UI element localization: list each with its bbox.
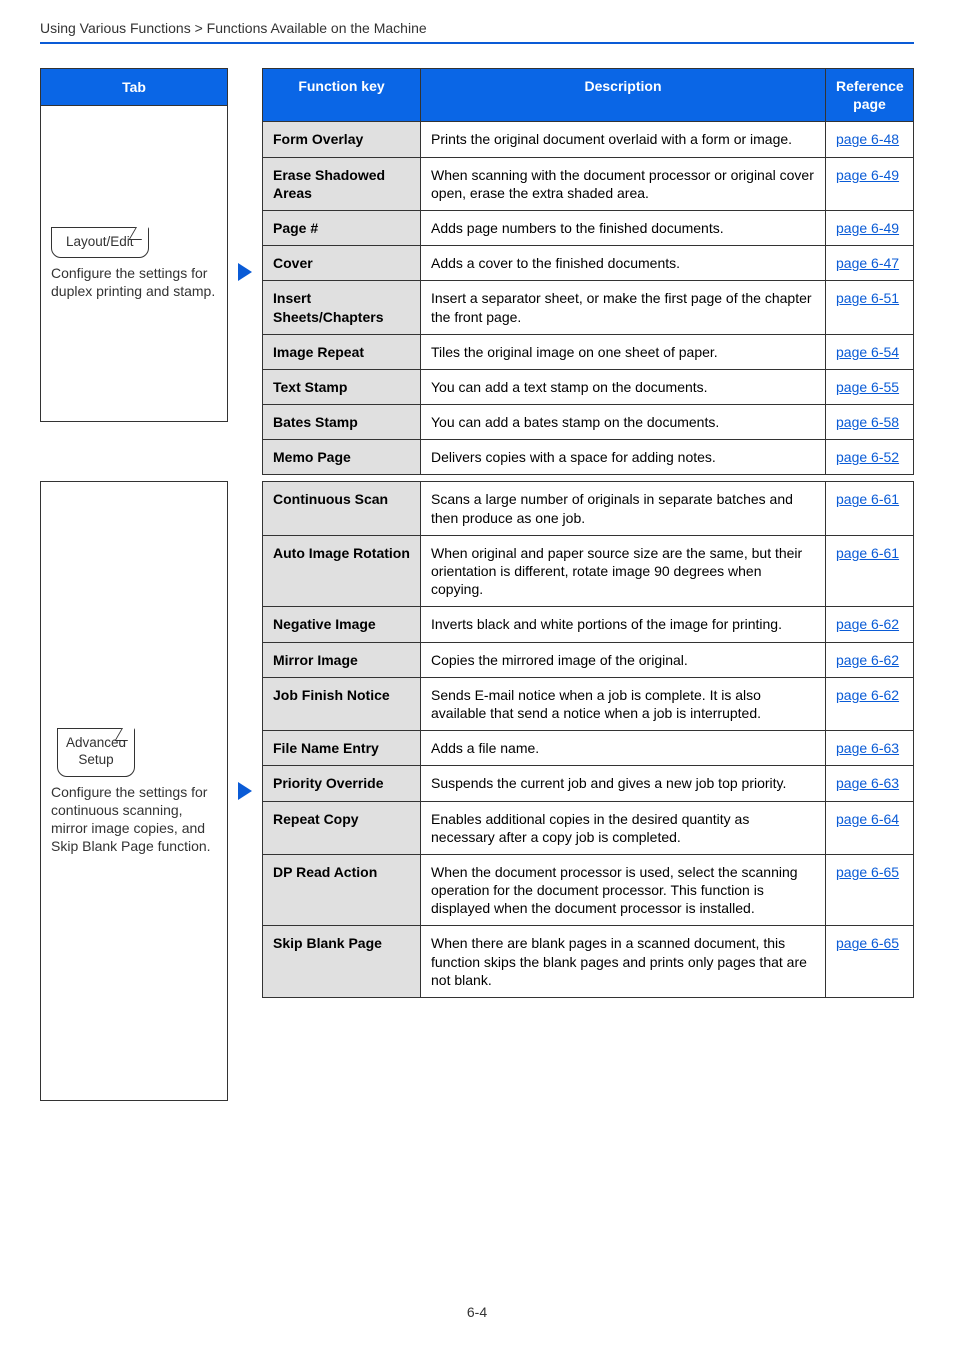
col-header-reference: Reference page xyxy=(826,69,914,122)
tab-desc-layout-edit: Configure the settings for duplex printi… xyxy=(51,264,217,300)
fn-desc: Prints the original document overlaid wi… xyxy=(421,122,826,157)
arrow-right-icon xyxy=(236,780,254,802)
fn-name: Image Repeat xyxy=(263,334,421,369)
fn-desc: Scans a large number of originals in sep… xyxy=(421,482,826,535)
col-header-description: Description xyxy=(421,69,826,122)
fn-name: Text Stamp xyxy=(263,369,421,404)
table-row: Bates Stamp You can add a bates stamp on… xyxy=(263,405,914,440)
fn-name: Continuous Scan xyxy=(263,482,421,535)
fn-desc: Inverts black and white portions of the … xyxy=(421,607,826,642)
fn-desc: Tiles the original image on one sheet of… xyxy=(421,334,826,369)
table-row: Cover Adds a cover to the finished docum… xyxy=(263,246,914,281)
table-row: Priority Override Suspends the current j… xyxy=(263,766,914,801)
fn-desc: Suspends the current job and gives a new… xyxy=(421,766,826,801)
page-link[interactable]: page 6-65 xyxy=(836,935,899,951)
fn-desc: Copies the mirrored image of the origina… xyxy=(421,642,826,677)
page-link[interactable]: page 6-62 xyxy=(836,616,899,632)
page-link[interactable]: page 6-63 xyxy=(836,775,899,791)
fn-desc: Adds a cover to the finished documents. xyxy=(421,246,826,281)
page-link[interactable]: page 6-63 xyxy=(836,740,899,756)
table-row: Page # Adds page numbers to the finished… xyxy=(263,210,914,245)
fn-name: Insert Sheets/Chapters xyxy=(263,281,421,334)
fn-name: Form Overlay xyxy=(263,122,421,157)
table-row: Negative Image Inverts black and white p… xyxy=(263,607,914,642)
table-row: Job Finish Notice Sends E-mail notice wh… xyxy=(263,677,914,730)
fn-desc: When there are blank pages in a scanned … xyxy=(421,926,826,998)
fn-name: DP Read Action xyxy=(263,854,421,926)
fn-desc: Insert a separator sheet, or make the fi… xyxy=(421,281,826,334)
table-row: Erase Shadowed Areas When scanning with … xyxy=(263,157,914,210)
page-link[interactable]: page 6-49 xyxy=(836,167,899,183)
fn-name: File Name Entry xyxy=(263,731,421,766)
fn-name: Negative Image xyxy=(263,607,421,642)
table-row: Text Stamp You can add a text stamp on t… xyxy=(263,369,914,404)
arrow-right-icon xyxy=(236,261,254,283)
page-link[interactable]: page 6-62 xyxy=(836,687,899,703)
fn-desc: You can add a bates stamp on the documen… xyxy=(421,405,826,440)
table-row: Image Repeat Tiles the original image on… xyxy=(263,334,914,369)
fn-desc: You can add a text stamp on the document… xyxy=(421,369,826,404)
table-row: Auto Image Rotation When original and pa… xyxy=(263,535,914,607)
page-link[interactable]: page 6-51 xyxy=(836,290,899,306)
chip-line2: Setup xyxy=(78,752,113,767)
col-header-function: Function key xyxy=(263,69,421,122)
tab-column-header: Tab xyxy=(40,68,228,106)
table-row: Mirror Image Copies the mirrored image o… xyxy=(263,642,914,677)
page-link[interactable]: page 6-52 xyxy=(836,449,899,465)
table-row: Repeat Copy Enables additional copies in… xyxy=(263,801,914,854)
page-link[interactable]: page 6-65 xyxy=(836,864,899,880)
fn-desc: Adds page numbers to the finished docume… xyxy=(421,210,826,245)
tab-desc-advanced-setup: Configure the settings for continuous sc… xyxy=(51,783,217,856)
table-row: File Name Entry Adds a file name. page 6… xyxy=(263,731,914,766)
fn-desc: When the document processor is used, sel… xyxy=(421,854,826,926)
header-rule xyxy=(40,42,914,44)
fn-name: Memo Page xyxy=(263,440,421,475)
page-link[interactable]: page 6-61 xyxy=(836,545,899,561)
fn-desc: Sends E-mail notice when a job is comple… xyxy=(421,677,826,730)
fn-name: Cover xyxy=(263,246,421,281)
functions-table-2: Continuous Scan Scans a large number of … xyxy=(262,481,914,998)
page-link[interactable]: page 6-58 xyxy=(836,414,899,430)
fn-name: Bates Stamp xyxy=(263,405,421,440)
table-row: Continuous Scan Scans a large number of … xyxy=(263,482,914,535)
page-link[interactable]: page 6-55 xyxy=(836,379,899,395)
fn-name: Mirror Image xyxy=(263,642,421,677)
tab-box-layout-edit: Layout/Edit Configure the settings for d… xyxy=(40,106,228,422)
tab-chip-layout-edit: Layout/Edit xyxy=(51,227,149,259)
table-row: Memo Page Delivers copies with a space f… xyxy=(263,440,914,475)
fn-name: Job Finish Notice xyxy=(263,677,421,730)
fn-desc: When scanning with the document processo… xyxy=(421,157,826,210)
functions-table-1: Function key Description Reference page … xyxy=(262,68,914,475)
page-link[interactable]: page 6-48 xyxy=(836,131,899,147)
table-row: Insert Sheets/Chapters Insert a separato… xyxy=(263,281,914,334)
table-row: Skip Blank Page When there are blank pag… xyxy=(263,926,914,998)
fn-name: Page # xyxy=(263,210,421,245)
tab-chip-advanced-setup: Advanced Setup xyxy=(57,728,135,777)
table-row: DP Read Action When the document process… xyxy=(263,854,914,926)
tab-box-advanced-setup: Advanced Setup Configure the settings fo… xyxy=(40,481,228,1101)
fn-desc: When original and paper source size are … xyxy=(421,535,826,607)
fn-name: Erase Shadowed Areas xyxy=(263,157,421,210)
page-link[interactable]: page 6-54 xyxy=(836,344,899,360)
fn-name: Auto Image Rotation xyxy=(263,535,421,607)
chip-line1: Advanced xyxy=(66,735,126,750)
fn-desc: Adds a file name. xyxy=(421,731,826,766)
fn-name: Priority Override xyxy=(263,766,421,801)
fn-desc: Enables additional copies in the desired… xyxy=(421,801,826,854)
table-row: Form Overlay Prints the original documen… xyxy=(263,122,914,157)
page-link[interactable]: page 6-64 xyxy=(836,811,899,827)
breadcrumb: Using Various Functions > Functions Avai… xyxy=(40,20,914,42)
page-link[interactable]: page 6-49 xyxy=(836,220,899,236)
fn-name: Skip Blank Page xyxy=(263,926,421,998)
page-number: 6-4 xyxy=(0,1304,954,1320)
fn-name: Repeat Copy xyxy=(263,801,421,854)
page-link[interactable]: page 6-62 xyxy=(836,652,899,668)
page-link[interactable]: page 6-61 xyxy=(836,491,899,507)
fn-desc: Delivers copies with a space for adding … xyxy=(421,440,826,475)
page-link[interactable]: page 6-47 xyxy=(836,255,899,271)
